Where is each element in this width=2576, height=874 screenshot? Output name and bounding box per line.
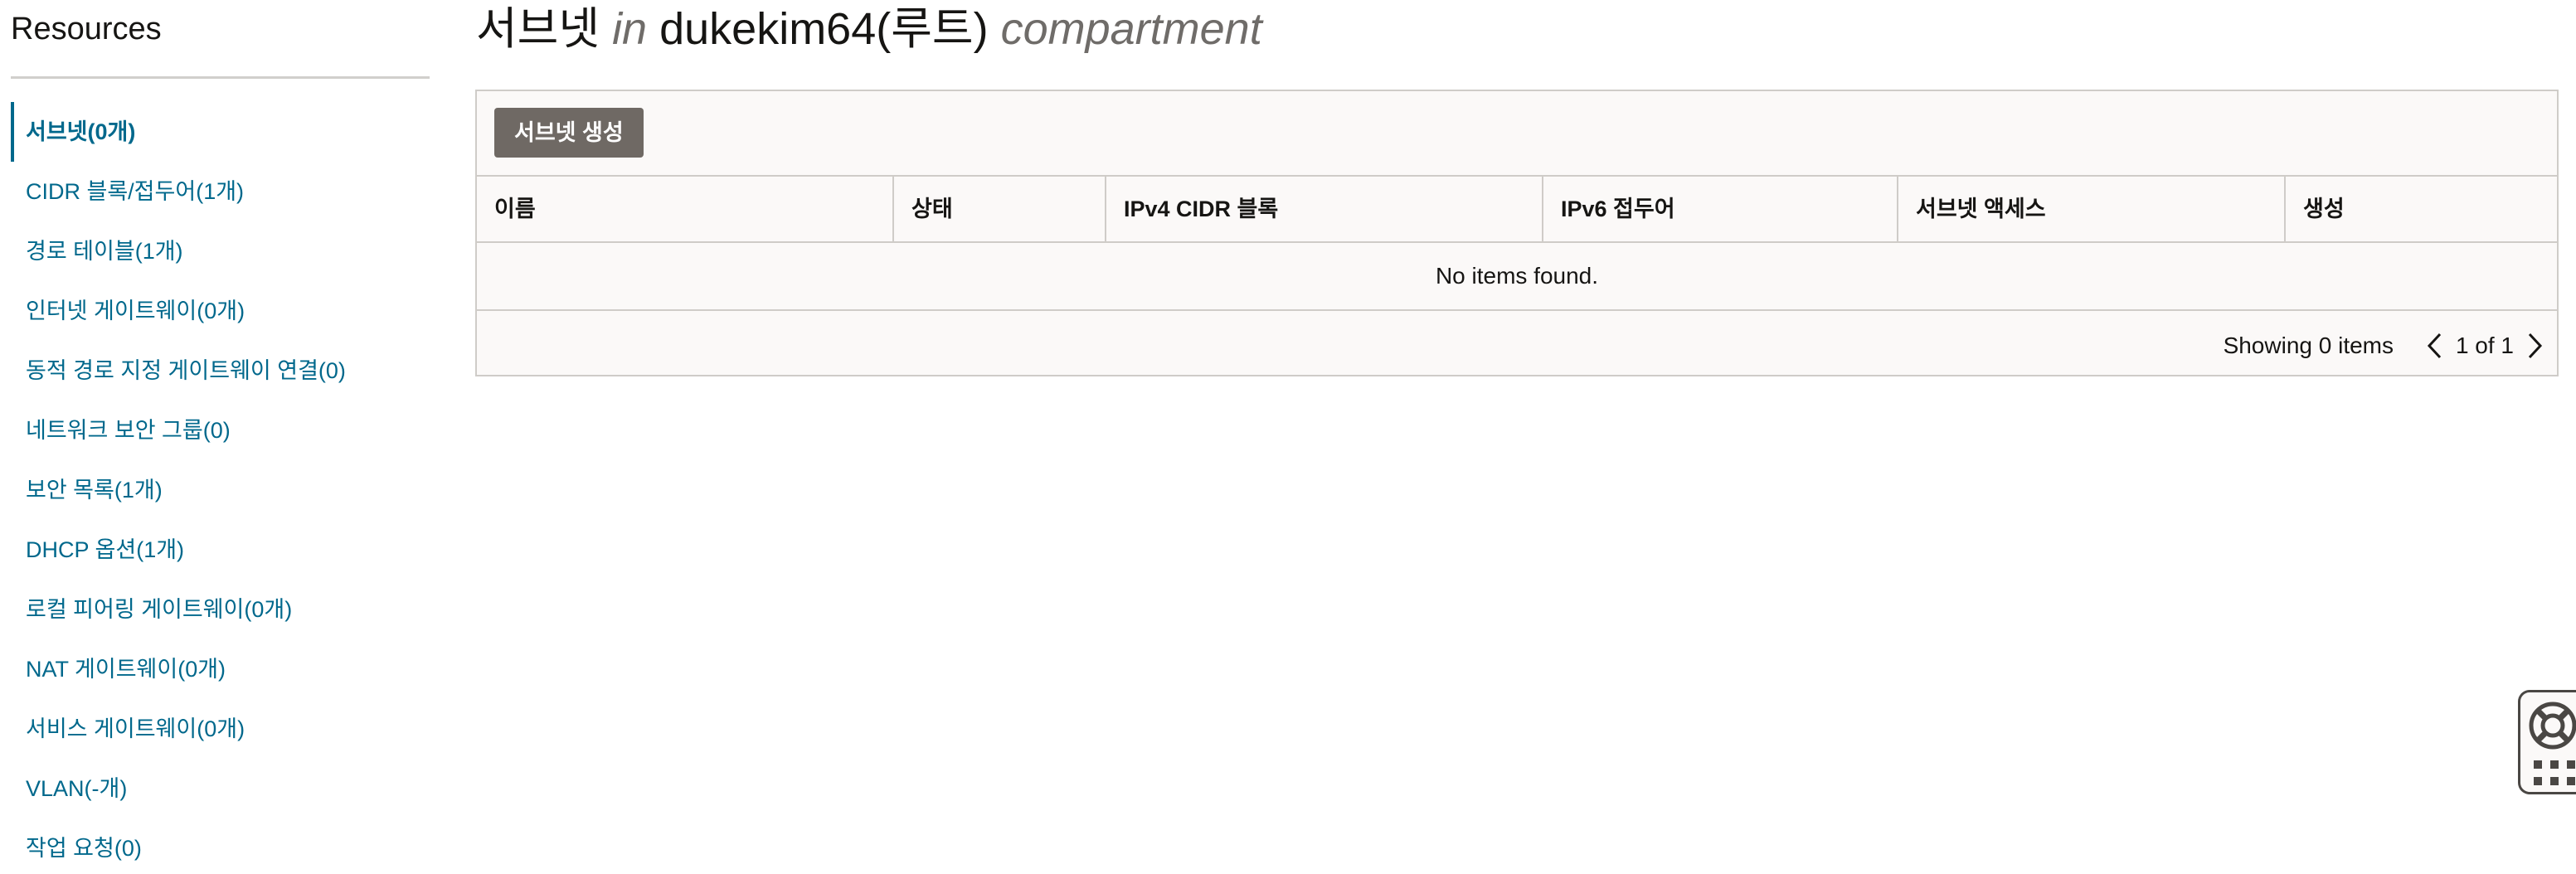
- grid-icon[interactable]: [2532, 759, 2576, 787]
- table-header-row: 이름 상태 IPv4 CIDR 블록 IPv6 접두어 서브넷 액세스 생성: [477, 175, 2557, 243]
- lifebuoy-icon[interactable]: [2528, 701, 2576, 750]
- title-compartment-name: dukekim64(루트): [659, 4, 989, 54]
- sidebar-item-route-tables[interactable]: 경로 테이블(1개): [11, 221, 430, 281]
- column-header-subnet-access[interactable]: 서브넷 액세스: [1898, 177, 2286, 241]
- table-footer: Showing 0 items 1 of 1: [477, 311, 2557, 376]
- column-header-state[interactable]: 상태: [894, 177, 1106, 241]
- title-in: in: [612, 4, 648, 54]
- pagination: 1 of 1: [2421, 311, 2549, 381]
- chevron-left-icon[interactable]: [2421, 329, 2449, 362]
- chevron-right-icon[interactable]: [2520, 329, 2549, 362]
- sidebar-item-drg-attachments[interactable]: 동적 경로 지정 게이트웨이 연결(0): [11, 341, 430, 401]
- sidebar-item-dhcp-options[interactable]: DHCP 옵션(1개): [11, 520, 430, 580]
- page: Resources 서브넷(0개) CIDR 블록/접두어(1개) 경로 테이블…: [0, 0, 2576, 874]
- column-header-ipv6-prefix[interactable]: IPv6 접두어: [1543, 177, 1898, 241]
- create-subnet-button[interactable]: 서브넷 생성: [494, 108, 644, 158]
- sidebar-item-cidr-blocks[interactable]: CIDR 블록/접두어(1개): [11, 162, 430, 221]
- column-header-name[interactable]: 이름: [477, 177, 894, 241]
- resources-sidebar: Resources 서브넷(0개) CIDR 블록/접두어(1개) 경로 테이블…: [0, 0, 431, 874]
- subnets-table-panel: 서브넷 생성 이름 상태 IPv4 CIDR 블록 IPv6 접두어 서브넷 액…: [475, 90, 2559, 376]
- title-resource: 서브넷: [476, 4, 600, 54]
- sidebar-item-subnets[interactable]: 서브넷(0개): [11, 102, 430, 162]
- resources-nav-list: 서브넷(0개) CIDR 블록/접두어(1개) 경로 테이블(1개) 인터넷 게…: [11, 102, 430, 874]
- column-header-ipv4-cidr[interactable]: IPv4 CIDR 블록: [1106, 177, 1543, 241]
- page-title: 서브넷 in dukekim64(루트) compartment: [476, 0, 1262, 58]
- page-indicator: 1 of 1: [2455, 333, 2514, 358]
- sidebar-item-vlans[interactable]: VLAN(-개): [11, 759, 430, 818]
- sidebar-item-work-requests[interactable]: 작업 요청(0): [11, 818, 430, 874]
- sidebar-item-service-gateways[interactable]: 서비스 게이트웨이(0개): [11, 699, 430, 759]
- sidebar-item-local-peering-gateways[interactable]: 로컬 피어링 게이트웨이(0개): [11, 580, 430, 639]
- sidebar-title: Resources: [11, 12, 162, 46]
- sidebar-item-security-lists[interactable]: 보안 목록(1개): [11, 460, 430, 520]
- sidebar-item-network-security-groups[interactable]: 네트워크 보안 그룹(0): [11, 401, 430, 460]
- sidebar-divider: [11, 76, 430, 79]
- empty-table-message: No items found.: [477, 243, 2557, 311]
- showing-count: Showing 0 items: [2223, 333, 2394, 358]
- help-widget[interactable]: [2518, 690, 2576, 794]
- table-toolbar: 서브넷 생성: [477, 91, 2557, 175]
- title-compartment-word: compartment: [1000, 4, 1262, 54]
- sidebar-item-nat-gateways[interactable]: NAT 게이트웨이(0개): [11, 639, 430, 699]
- sidebar-item-internet-gateways[interactable]: 인터넷 게이트웨이(0개): [11, 281, 430, 341]
- column-header-created[interactable]: 생성: [2286, 177, 2557, 241]
